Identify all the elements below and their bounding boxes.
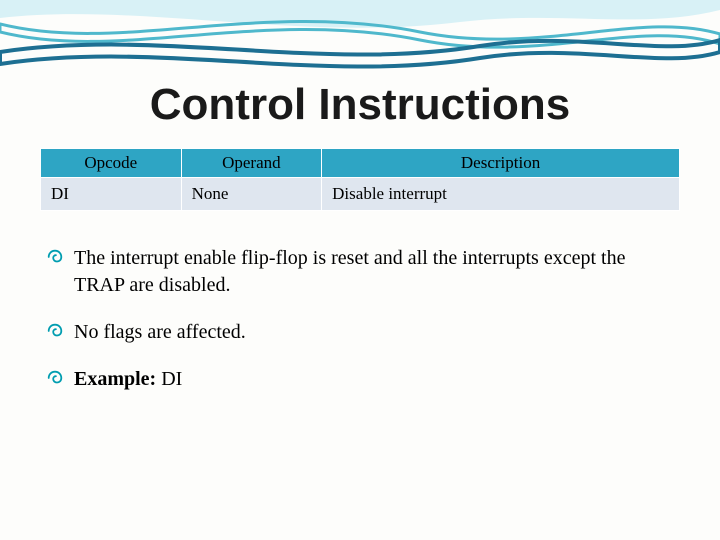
slide-body: Control Instructions Opcode Operand Desc… [0, 0, 720, 393]
bullet-text: The interrupt enable flip-flop is reset … [74, 245, 680, 299]
bullet-text: No flags are affected. [74, 319, 680, 346]
list-item: No flags are affected. [46, 319, 680, 346]
bullet-list: The interrupt enable flip-flop is reset … [40, 245, 680, 393]
th-operand: Operand [181, 149, 322, 178]
bullet-swirl-icon [46, 369, 68, 387]
example-label: Example: [74, 368, 156, 390]
list-item: Example: DI [46, 366, 680, 393]
td-opcode: DI [41, 178, 182, 211]
bullet-swirl-icon [46, 322, 68, 340]
table-row: DI None Disable interrupt [41, 178, 680, 211]
list-item: The interrupt enable flip-flop is reset … [46, 245, 680, 299]
th-description: Description [322, 149, 680, 178]
td-description: Disable interrupt [322, 178, 680, 211]
table-header-row: Opcode Operand Description [41, 149, 680, 178]
instruction-table: Opcode Operand Description DI None Disab… [40, 148, 680, 211]
page-title: Control Instructions [40, 80, 680, 130]
th-opcode: Opcode [41, 149, 182, 178]
bullet-text: Example: DI [74, 366, 680, 393]
example-value: DI [156, 368, 182, 390]
td-operand: None [181, 178, 322, 211]
bullet-swirl-icon [46, 248, 68, 266]
